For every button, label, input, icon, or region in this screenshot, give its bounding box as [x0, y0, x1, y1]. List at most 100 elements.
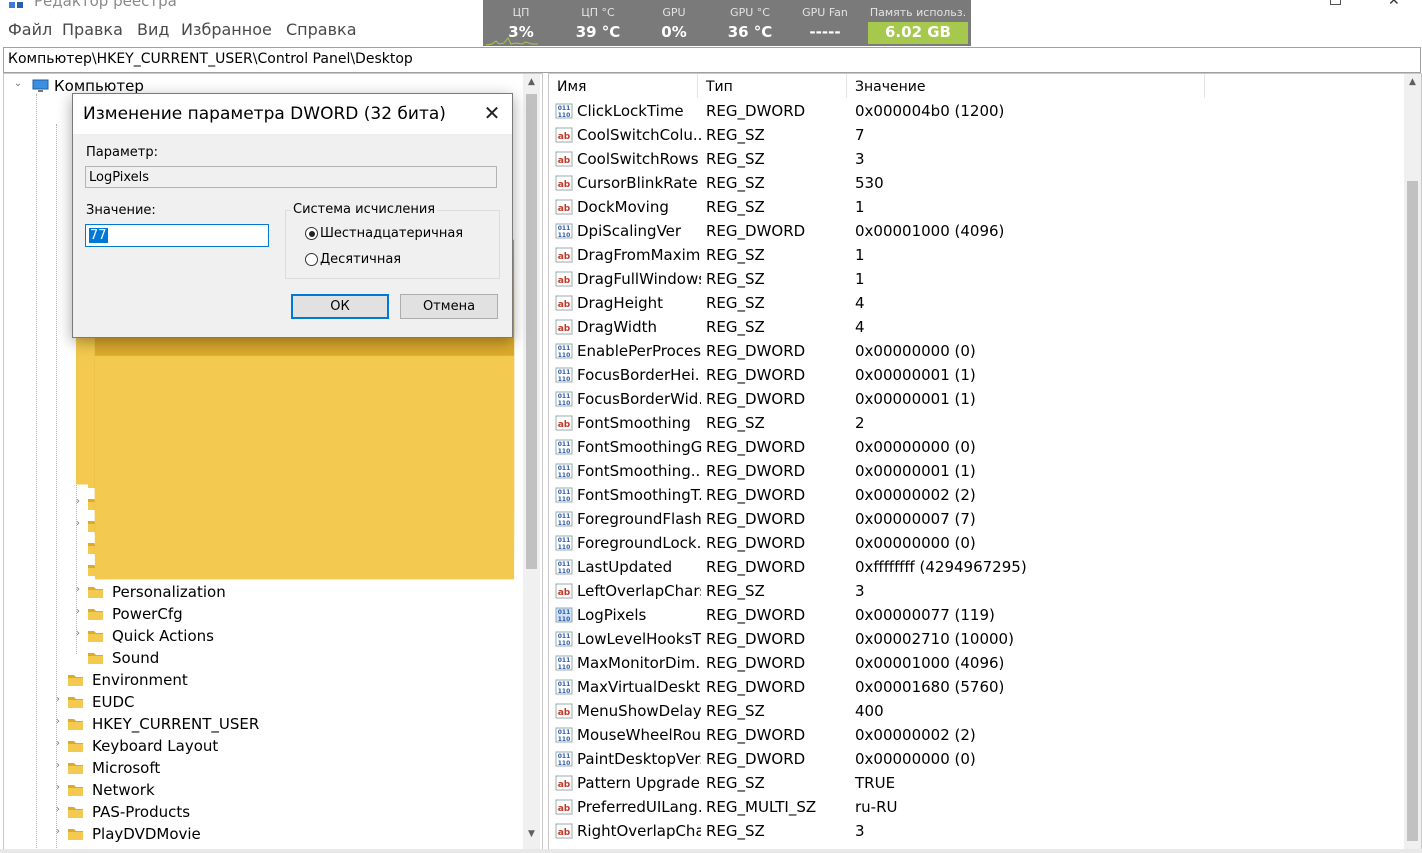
radio-hex[interactable]	[305, 227, 318, 240]
close-icon[interactable]: ✕	[1388, 0, 1400, 9]
menu-file[interactable]: Файл	[8, 20, 52, 39]
chevron-right-icon[interactable]: ›	[72, 606, 84, 618]
values-scrollbar[interactable]: ▲	[1404, 74, 1421, 849]
svg-text:011: 011	[558, 753, 571, 760]
reg-binary-icon: 011110	[555, 751, 573, 767]
chevron-down-icon[interactable]: ⌄	[12, 78, 24, 90]
chevron-right-icon[interactable]: ›	[72, 628, 84, 640]
edit-dword-dialog: Изменение параметра DWORD (32 бита) ✕ Па…	[72, 93, 513, 338]
column-header-type[interactable]: Тип	[698, 74, 847, 98]
value-type: REG_SZ	[706, 294, 765, 312]
svg-text:ab: ab	[558, 300, 571, 310]
value-input[interactable]: 77	[85, 224, 269, 247]
radio-decimal-label[interactable]: Десятичная	[320, 252, 401, 267]
reg-binary-icon: 011110	[555, 631, 573, 647]
value-name: MenuShowDelay	[577, 702, 701, 720]
radio-decimal[interactable]	[305, 253, 318, 266]
value-type: REG_DWORD	[706, 630, 806, 648]
scrollbar-thumb[interactable]	[526, 94, 537, 569]
svg-text:ab: ab	[558, 132, 571, 142]
tree-item-label: EUDC	[92, 693, 135, 711]
value-data: 0x00000000 (0)	[855, 342, 976, 360]
scrollbar-thumb[interactable]	[1407, 181, 1418, 841]
tree-item-label: PAS-Products	[92, 803, 191, 821]
reg-string-icon: ab	[555, 151, 573, 167]
value-data: 0x000004b0 (1200)	[855, 102, 1005, 120]
value-name: EnablePerProces...	[577, 342, 701, 360]
regedit-app-icon	[9, 2, 23, 8]
value-name: FontSmoothingG...	[577, 438, 701, 456]
reg-string-icon: ab	[555, 175, 573, 191]
radio-hex-label[interactable]: Шестнадцатеричная	[320, 226, 463, 241]
value-name: CoolSwitchRows	[577, 150, 699, 168]
chevron-right-icon[interactable]: ›	[52, 760, 64, 772]
chevron-right-icon[interactable]: ›	[52, 716, 64, 728]
svg-text:110: 110	[558, 568, 571, 575]
value-data: 4	[855, 318, 865, 336]
ok-button[interactable]: ОК	[291, 294, 389, 319]
svg-text:110: 110	[558, 400, 571, 407]
chevron-right-icon[interactable]: ›	[52, 694, 64, 706]
tree-item-label: Microsoft	[92, 759, 161, 777]
menu-view[interactable]: Вид	[137, 20, 169, 39]
value-data: 0x00000000 (0)	[855, 750, 976, 768]
value-type: REG_DWORD	[706, 486, 806, 504]
value-type: REG_SZ	[706, 150, 765, 168]
column-header-name[interactable]: Имя	[549, 74, 698, 98]
svg-text:011: 011	[558, 441, 571, 448]
tree-scrollbar[interactable]: ▲ ▼	[523, 74, 540, 849]
svg-text:ab: ab	[558, 588, 571, 598]
chevron-right-icon[interactable]: ›	[52, 804, 64, 816]
svg-text:011: 011	[558, 489, 571, 496]
value-name: DragFullWindows	[577, 270, 701, 288]
folder-icon	[88, 653, 103, 664]
svg-text:ab: ab	[558, 708, 571, 718]
svg-text:ab: ab	[558, 156, 571, 166]
folder-icon	[68, 719, 83, 730]
svg-text:ab: ab	[558, 780, 571, 790]
address-bar[interactable]: Компьютер\HKEY_CURRENT_USER\Control Pane…	[3, 47, 1421, 73]
folder-icon	[88, 631, 103, 642]
param-name-field: LogPixels	[85, 166, 497, 188]
dialog-close-icon[interactable]: ✕	[479, 100, 505, 126]
chevron-right-icon[interactable]: ›	[52, 782, 64, 794]
chevron-right-icon[interactable]: ›	[52, 826, 64, 838]
value-type: REG_SZ	[706, 774, 765, 792]
scroll-up-icon[interactable]: ▲	[1404, 74, 1421, 91]
value-data: 0x00000077 (119)	[855, 606, 995, 624]
registry-values-list[interactable]: Имя Тип Значение 011 110 ClickLockTime REG_…	[548, 73, 1422, 850]
reg-binary-icon: 011110	[555, 535, 573, 551]
scroll-down-icon[interactable]: ▼	[523, 826, 540, 843]
tree-item-label: Quick Actions	[112, 627, 214, 645]
value-data: 0x00002710 (10000)	[855, 630, 1014, 648]
chevron-right-icon[interactable]: ›	[52, 738, 64, 750]
value-data: 530	[855, 174, 884, 192]
hw-memory: Память использ. 6.02 GB	[869, 6, 967, 41]
svg-text:110: 110	[558, 472, 571, 479]
svg-text:110: 110	[558, 616, 571, 623]
value-data: 0x00000002 (2)	[855, 726, 976, 744]
column-header-data[interactable]: Значение	[847, 74, 1205, 98]
tree-item-label: Environment	[92, 671, 188, 689]
reg-string-icon: ab	[555, 319, 573, 335]
svg-text:110: 110	[558, 688, 571, 695]
value-data: TRUE	[855, 774, 896, 792]
value-data: 0x00001680 (5760)	[855, 678, 1005, 696]
value-type: REG_SZ	[706, 822, 765, 840]
maximize-icon[interactable]	[1330, 0, 1341, 5]
reg-binary-icon: 011110	[555, 439, 573, 455]
menu-edit[interactable]: Правка	[62, 20, 123, 39]
svg-text:ab: ab	[558, 804, 571, 814]
tree-item-label: PlayDVDMovie	[92, 825, 201, 843]
value-input-text: 77	[89, 228, 108, 243]
menu-help[interactable]: Справка	[286, 20, 357, 39]
value-name: CoolSwitchColu...	[577, 126, 701, 144]
menu-favorites[interactable]: Избранное	[181, 20, 272, 39]
cancel-button[interactable]: Отмена	[400, 294, 498, 319]
value-name: FontSmoothing...	[577, 462, 701, 480]
value-name: FocusBorderHei...	[577, 366, 701, 384]
scroll-up-icon[interactable]: ▲	[523, 74, 540, 91]
svg-text:011: 011	[558, 633, 571, 640]
value-type: REG_DWORD	[706, 342, 806, 360]
value-type: REG_DWORD	[706, 438, 806, 456]
